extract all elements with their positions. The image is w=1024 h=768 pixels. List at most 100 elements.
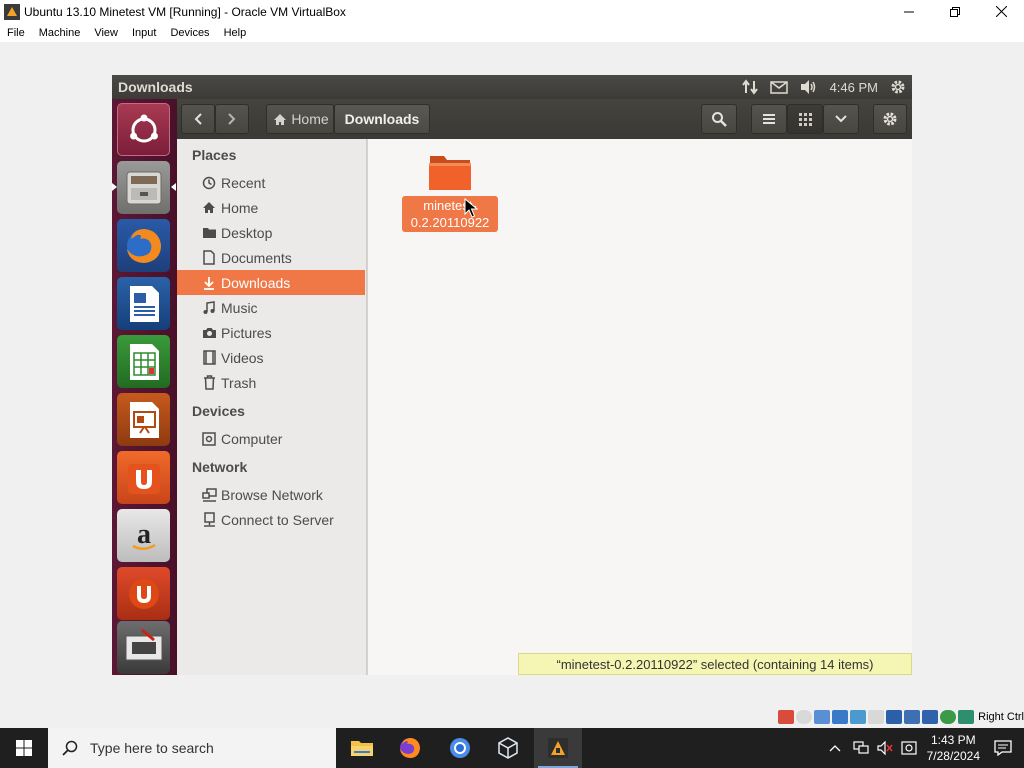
taskbar-chrome[interactable] xyxy=(436,728,484,768)
folder-icon xyxy=(201,225,217,241)
film-icon xyxy=(201,350,217,366)
windows-logo-icon xyxy=(16,740,32,756)
sidebar-item-trash[interactable]: Trash xyxy=(177,370,365,395)
launcher-files-button[interactable] xyxy=(117,161,170,214)
usb-icon[interactable] xyxy=(850,710,867,724)
taskbar-virtualbox-manager[interactable] xyxy=(484,728,532,768)
chrome-icon xyxy=(450,738,470,758)
breadcrumb-home[interactable]: Home xyxy=(266,104,334,134)
chevron-down-icon xyxy=(835,115,847,123)
taskbar-firefox[interactable] xyxy=(386,728,434,768)
virtualbox-status-bar: Right Ctrl xyxy=(778,708,1024,726)
sidebar-item-desktop[interactable]: Desktop xyxy=(177,220,365,245)
chevron-up-icon[interactable] xyxy=(829,744,841,752)
menu-machine[interactable]: Machine xyxy=(32,27,88,39)
dash-home-button[interactable] xyxy=(117,103,170,156)
sidebar-item-videos[interactable]: Videos xyxy=(177,345,365,370)
forward-button[interactable] xyxy=(215,104,249,134)
music-icon xyxy=(201,300,217,316)
launcher-impress-button[interactable] xyxy=(117,393,170,446)
breadcrumb-current[interactable]: Downloads xyxy=(334,104,430,134)
firefox-icon xyxy=(400,738,420,758)
sidebar-item-browse-network[interactable]: Browse Network xyxy=(177,482,365,507)
svg-text:a: a xyxy=(137,519,151,550)
status-overlay: “minetest-0.2.20110922” selected (contai… xyxy=(518,653,912,675)
file-item-folder[interactable]: minetest-0.2.20110922 xyxy=(402,152,498,232)
sidebar-item-label: Pictures xyxy=(221,324,272,341)
virtualbox-vm-icon xyxy=(548,738,568,758)
mail-icon[interactable] xyxy=(769,80,788,94)
launcher-writer-button[interactable] xyxy=(117,277,170,330)
sidebar-item-home[interactable]: Home xyxy=(177,195,365,220)
meet-now-icon[interactable] xyxy=(901,741,917,755)
notifications-icon[interactable] xyxy=(994,740,1012,756)
menu-file[interactable]: File xyxy=(0,27,32,39)
amazon-icon: a xyxy=(131,519,156,550)
guest-screen[interactable]: Downloads 4:46 PM a Home Downloads Place… xyxy=(112,75,912,675)
workspace-switcher-icon xyxy=(125,628,162,660)
sidebar-item-computer[interactable]: Computer xyxy=(177,426,365,451)
launcher-workspaces-button[interactable] xyxy=(117,621,170,674)
start-button[interactable] xyxy=(0,728,48,768)
file-view[interactable]: minetest-0.2.20110922 “minetest-0.2.2011… xyxy=(367,139,912,675)
drive-icon xyxy=(201,431,217,447)
sidebar-item-label: Computer xyxy=(221,430,283,447)
virtualbox-app-icon xyxy=(4,3,20,20)
menu-input[interactable]: Input xyxy=(125,27,163,39)
view-options-button[interactable] xyxy=(823,104,859,134)
minimize-button[interactable] xyxy=(886,0,932,23)
gear-icon xyxy=(883,112,897,126)
launcher-amazon-button[interactable]: a xyxy=(117,509,170,562)
launcher-firefox-button[interactable] xyxy=(117,219,170,272)
taskbar-clock[interactable]: 1:43 PM 7/28/2024 xyxy=(927,732,980,764)
sidebar-item-documents[interactable]: Documents xyxy=(177,245,365,270)
network-transfer-icon[interactable] xyxy=(741,79,758,95)
ubuntu-one-icon xyxy=(128,578,159,609)
network-adapter-icon[interactable] xyxy=(832,710,849,724)
volume-muted-icon[interactable] xyxy=(877,741,893,755)
cpu-icon[interactable] xyxy=(922,710,939,724)
sidebar-item-music[interactable]: Music xyxy=(177,295,365,320)
menu-help[interactable]: Help xyxy=(217,27,254,39)
mouse-integration-icon[interactable] xyxy=(940,710,957,724)
taskbar-file-explorer[interactable] xyxy=(338,728,386,768)
maximize-button[interactable] xyxy=(932,0,978,23)
sidebar-item-label: Trash xyxy=(221,374,257,391)
launcher-software-center-button[interactable] xyxy=(117,451,170,504)
network-tray-icon[interactable] xyxy=(853,741,869,755)
minimize-icon xyxy=(904,11,914,12)
launcher-ubuntu-one-button[interactable] xyxy=(117,567,170,620)
sidebar-item-connect-server[interactable]: Connect to Server xyxy=(177,507,365,532)
search-button[interactable] xyxy=(701,104,737,134)
audio-icon[interactable] xyxy=(814,710,831,724)
optical-drive-icon[interactable] xyxy=(796,710,813,724)
ubuntu-software-center-icon xyxy=(127,463,160,494)
grid-icon xyxy=(798,112,812,126)
launcher-calc-button[interactable] xyxy=(117,335,170,388)
sidebar-item-recent[interactable]: Recent xyxy=(177,170,365,195)
taskbar-virtualbox-vm[interactable] xyxy=(534,728,582,768)
grid-view-button[interactable] xyxy=(787,104,823,134)
sidebar-item-label: Downloads xyxy=(221,274,291,291)
virtualbox-menubar: File Machine View Input Devices Help xyxy=(0,23,1024,42)
windows-taskbar: Type here to search 1:43 PM 7/28/2024 xyxy=(0,728,1024,768)
recording-icon[interactable] xyxy=(904,710,921,724)
shared-folder-icon[interactable] xyxy=(868,710,885,724)
settings-button[interactable] xyxy=(873,104,907,134)
display-icon[interactable] xyxy=(886,710,903,724)
hard-disk-icon[interactable] xyxy=(778,710,795,724)
menu-view[interactable]: View xyxy=(87,27,125,39)
sidebar-item-downloads[interactable]: Downloads xyxy=(177,270,365,295)
taskbar-search-box[interactable]: Type here to search xyxy=(48,728,336,768)
list-view-button[interactable] xyxy=(751,104,787,134)
session-gear-icon[interactable] xyxy=(890,79,906,95)
panel-clock[interactable]: 4:46 PM xyxy=(830,80,878,95)
folder-icon xyxy=(429,156,471,190)
volume-icon[interactable] xyxy=(800,79,818,95)
libreoffice-calc-icon xyxy=(129,343,159,380)
close-button[interactable] xyxy=(978,0,1024,23)
sidebar-item-pictures[interactable]: Pictures xyxy=(177,320,365,345)
back-button[interactable] xyxy=(181,104,215,134)
menu-devices[interactable]: Devices xyxy=(163,27,216,39)
keyboard-capture-icon[interactable] xyxy=(958,710,975,724)
